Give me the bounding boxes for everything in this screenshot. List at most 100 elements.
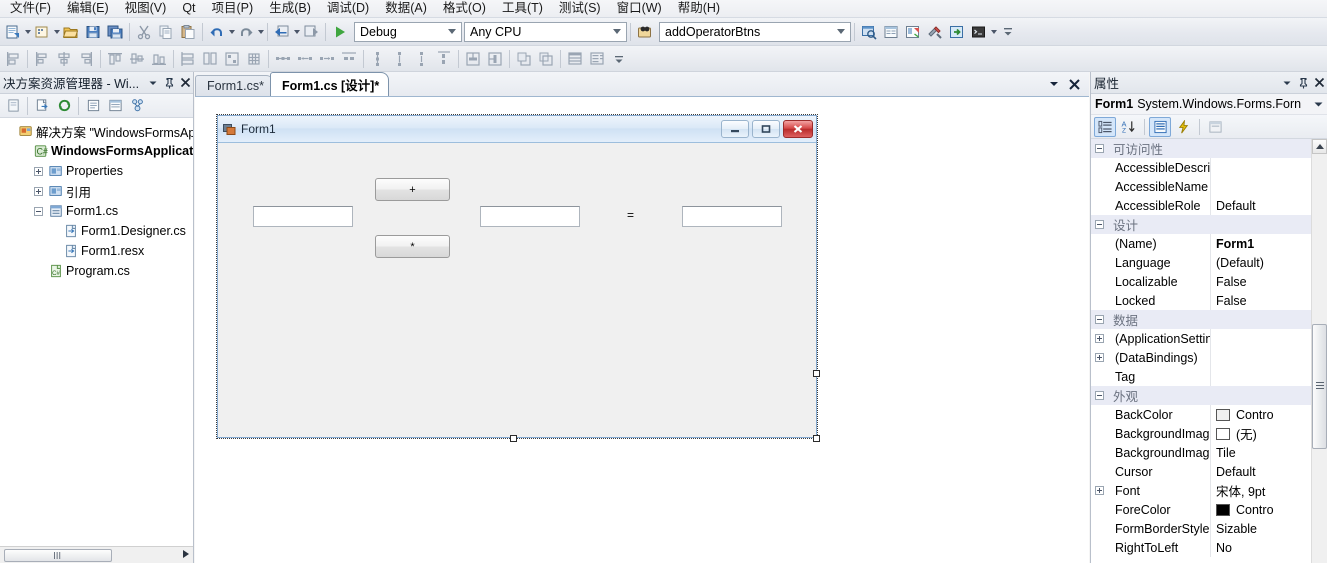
property-value[interactable]: Contro (1211, 500, 1327, 519)
property-row[interactable]: Tag (1091, 367, 1327, 386)
form-label-equals[interactable]: = (627, 208, 639, 222)
property-expander[interactable] (1095, 334, 1104, 343)
property-value[interactable]: False (1211, 272, 1327, 291)
property-category-row[interactable]: 外观 (1091, 386, 1327, 405)
menu-file[interactable]: 文件(F) (2, 0, 59, 18)
tree-references[interactable]: 引用 (0, 181, 193, 201)
tree-solution[interactable]: 解决方案 "WindowsFormsAppl (0, 121, 193, 141)
tree-expander[interactable] (34, 166, 43, 176)
property-grid-scrollbar[interactable] (1311, 139, 1327, 563)
property-value[interactable]: False (1211, 291, 1327, 310)
property-category-row[interactable]: 可访问性 (1091, 139, 1327, 158)
property-row[interactable]: AccessibleDescriptior (1091, 158, 1327, 177)
property-value[interactable]: Default (1211, 462, 1327, 481)
menu-tools[interactable]: 工具(T) (494, 0, 551, 18)
make-same-size-icon[interactable] (221, 48, 243, 70)
horizontal-spacing-remove-icon[interactable] (338, 48, 360, 70)
tree-form1-designer-cs[interactable]: Form1.Designer.cs (0, 221, 193, 241)
menu-data[interactable]: 数据(A) (377, 0, 435, 18)
tree-properties[interactable]: Properties (0, 161, 193, 181)
property-row[interactable]: FormBorderStyle Sizable (1091, 519, 1327, 538)
object-browser-icon[interactable] (902, 21, 924, 43)
property-expander[interactable] (1095, 486, 1104, 495)
categorized-view-icon[interactable] (1094, 116, 1116, 137)
property-value[interactable] (1211, 348, 1327, 367)
properties-view-icon[interactable] (1149, 116, 1171, 137)
property-row[interactable]: (DataBindings) (1091, 348, 1327, 367)
category-expander[interactable] (1095, 144, 1104, 153)
tab-form1-cs[interactable]: Form1.cs* (195, 75, 274, 96)
form-resize-handle-bottom[interactable] (510, 435, 517, 442)
center-horizontally-icon[interactable] (462, 48, 484, 70)
bring-to-front-icon[interactable] (513, 48, 535, 70)
align-middles-icon[interactable] (126, 48, 148, 70)
property-value[interactable] (1211, 367, 1327, 386)
tree-form1-resx[interactable]: Form1.resx (0, 241, 193, 261)
property-row[interactable]: BackColor Contro (1091, 405, 1327, 424)
category-expander[interactable] (1095, 220, 1104, 229)
align-lefts-icon[interactable] (2, 48, 24, 70)
startup-target-combo[interactable]: addOperatorBtns (659, 21, 851, 42)
menu-debug[interactable]: 调试(D) (319, 0, 377, 18)
form-designer-surface[interactable]: Form1 + * = (195, 97, 1089, 563)
alphabetical-view-icon[interactable]: A Z (1117, 117, 1139, 137)
solution-explorer-close-icon[interactable] (177, 74, 193, 92)
paste-icon[interactable] (177, 21, 199, 43)
tree-form1-cs[interactable]: Form1.cs (0, 201, 193, 221)
property-category-row[interactable]: 数据 (1091, 310, 1327, 329)
startup-target-dropdown-icon[interactable] (833, 23, 848, 41)
menu-window[interactable]: 窗口(W) (609, 0, 670, 18)
form-button-multiply[interactable]: * (375, 235, 450, 258)
property-value[interactable] (1211, 177, 1327, 196)
designed-form[interactable]: Form1 + * = (217, 115, 817, 438)
form-button-plus[interactable]: + (375, 178, 450, 201)
property-row[interactable]: ForeColor Contro (1091, 500, 1327, 519)
tree-project[interactable]: C# WindowsFormsApplicatio (0, 141, 193, 161)
refresh-icon[interactable] (53, 95, 75, 117)
property-row[interactable]: Cursor Default (1091, 462, 1327, 481)
solution-tree[interactable]: 解决方案 "WindowsFormsAppl C# WindowsFormsAppl… (0, 118, 193, 546)
property-row[interactable]: Font 宋体, 9pt (1091, 481, 1327, 500)
make-same-width-icon[interactable] (177, 48, 199, 70)
toolbar-overflow-icon[interactable] (997, 21, 1019, 43)
menu-edit[interactable]: 编辑(E) (59, 0, 117, 18)
solution-platform-combo[interactable]: Any CPU (464, 21, 627, 42)
tree-program-cs[interactable]: C# Program.cs (0, 261, 193, 281)
property-row[interactable]: (Name) Form1 (1091, 234, 1327, 253)
property-value[interactable]: 宋体, 9pt (1211, 481, 1327, 500)
center-vertically-icon[interactable] (484, 48, 506, 70)
view-code-icon[interactable] (82, 95, 104, 117)
navigate-forward-icon[interactable] (300, 21, 322, 43)
property-value[interactable]: Form1 (1211, 234, 1327, 253)
horizontal-spacing-increase-icon[interactable] (294, 48, 316, 70)
property-row[interactable]: AccessibleName (1091, 177, 1327, 196)
property-row[interactable]: Localizable False (1091, 272, 1327, 291)
hscrollbar-right-arrow-icon[interactable] (183, 550, 189, 558)
form-textbox-operand2[interactable] (480, 206, 580, 227)
property-row[interactable]: Language (Default) (1091, 253, 1327, 272)
properties-object-dropdown-icon[interactable] (1314, 100, 1323, 109)
form-textbox-result[interactable] (682, 206, 782, 227)
solution-configuration-combo[interactable]: Debug (354, 21, 462, 42)
form-close-button[interactable] (783, 120, 813, 138)
save-all-icon[interactable] (104, 21, 126, 43)
vertical-spacing-increase-icon[interactable] (389, 48, 411, 70)
solution-explorer-icon[interactable] (858, 21, 880, 43)
align-left-edges-icon[interactable] (31, 48, 53, 70)
show-all-files-icon[interactable] (31, 95, 53, 117)
menu-project[interactable]: 项目(P) (204, 0, 262, 18)
property-expander[interactable] (1095, 353, 1104, 362)
property-value[interactable]: Sizable (1211, 519, 1327, 538)
property-row[interactable]: BackgroundImage (无) (1091, 424, 1327, 443)
form-client-area[interactable]: + * = (218, 143, 816, 437)
horizontal-spacing-make-equal-icon[interactable] (272, 48, 294, 70)
start-debug-icon[interactable] (329, 21, 351, 43)
property-grid[interactable]: 可访问性AccessibleDescriptiorAccessibleNameA… (1091, 139, 1327, 563)
solution-explorer-menu-icon[interactable] (145, 74, 161, 92)
properties-window-icon[interactable] (880, 21, 902, 43)
properties-pin-icon[interactable] (1295, 74, 1311, 92)
toolbox-icon[interactable] (924, 21, 946, 43)
align-bottoms-icon[interactable] (148, 48, 170, 70)
copy-icon[interactable] (155, 21, 177, 43)
align-to-grid-icon[interactable] (586, 48, 608, 70)
